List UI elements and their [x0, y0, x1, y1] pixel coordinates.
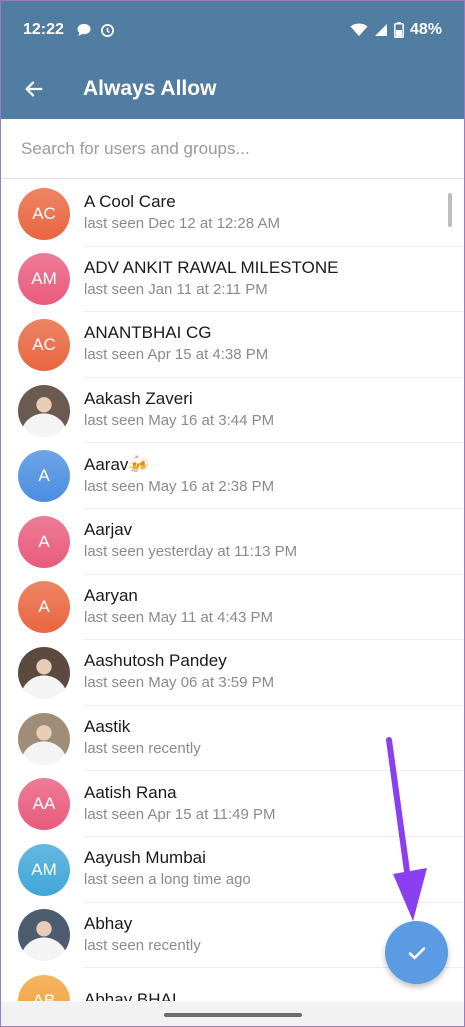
- confirm-button[interactable]: [385, 921, 448, 984]
- contact-name: Aaryan: [84, 585, 138, 605]
- contact-name: Aarjav: [84, 520, 133, 540]
- contact-name: ADV ANKIT RAWAL MILESTONE: [84, 257, 339, 277]
- contact-last-seen: last seen May 06 at 3:59 PM: [84, 674, 275, 692]
- contact-row[interactable]: A Aaryan last seen May 11 at 4:43 PM: [1, 575, 464, 641]
- contact-name: Aakash Zaveri: [84, 389, 193, 409]
- chat-bubble-icon: [77, 24, 91, 36]
- check-icon: [408, 946, 425, 959]
- contact-name: Aayush Mumbai: [84, 848, 206, 868]
- contact-row[interactable]: AC A Cool Care last seen Dec 12 at 12:28 A…: [1, 181, 464, 247]
- contact-last-seen: last seen Apr 15 at 11:49 PM: [84, 805, 276, 823]
- contact-last-seen: last seen a long time ago: [84, 871, 251, 889]
- wifi-icon: [350, 23, 368, 36]
- contact-last-seen: last seen May 11 at 4:43 PM: [84, 608, 273, 626]
- contact-info: Aarav🍻 last seen May 16 at 2:38 PM: [84, 443, 464, 509]
- contact-initials-avatar: AB: [18, 974, 70, 1001]
- contact-row[interactable]: AC ANANTBHAI CG last seen Apr 15 at 4:38 P…: [1, 312, 464, 378]
- contact-name: Aastik: [84, 717, 131, 737]
- contact-last-seen: last seen May 16 at 3:44 PM: [84, 412, 275, 430]
- contact-row[interactable]: Aashutosh Pandey last seen May 06 at 3:59…: [1, 640, 464, 706]
- contact-row[interactable]: AM ADV ANKIT RAWAL MILESTONE last seen Jan…: [1, 247, 464, 313]
- scrollbar[interactable]: [448, 193, 452, 227]
- search-input[interactable]: [21, 138, 464, 159]
- contact-name: Aashutosh Pandey: [84, 651, 227, 671]
- contact-info: Aatish Rana last seen Apr 15 at 11:49 PM: [84, 771, 464, 837]
- app-frame: 12:22 48% Always Allow AC A Cool Care last…: [0, 0, 465, 1027]
- contact-last-seen: last seen recently: [84, 740, 201, 758]
- contact-info: Aakash Zaveri last seen May 16 at 3:44 PM: [84, 378, 464, 444]
- contact-last-seen: last seen Jan 11 at 2:11 PM: [84, 280, 268, 298]
- contact-initials-avatar: AM: [18, 843, 70, 896]
- navigation-bar: [1, 1001, 464, 1026]
- arrow-left-icon: [25, 81, 43, 97]
- contact-info: ADV ANKIT RAWAL MILESTONE last seen Jan 1…: [84, 247, 464, 313]
- contact-photo-avatar: [18, 384, 70, 437]
- app-bar: Always Allow: [1, 59, 464, 119]
- contact-info: A Cool Care last seen Dec 12 at 12:28 AM: [84, 181, 464, 247]
- contact-initials-avatar: AC: [18, 318, 70, 371]
- contact-info: ANANTBHAI CG last seen Apr 15 at 4:38 PM: [84, 312, 464, 378]
- contact-initials-avatar: AM: [18, 253, 70, 306]
- contact-photo-avatar: [18, 712, 70, 765]
- contact-initials-avatar: A: [18, 581, 70, 634]
- contact-list[interactable]: AC A Cool Care last seen Dec 12 at 12:28 A…: [1, 181, 464, 1001]
- contact-last-seen: last seen yesterday at 11:13 PM: [84, 543, 298, 561]
- alarm-icon: [100, 23, 114, 37]
- contact-name: Abhay BHAI: [84, 990, 177, 1001]
- page-title: Always Allow: [83, 77, 217, 100]
- contact-info: Aayush Mumbai last seen a long time ago: [84, 837, 464, 903]
- gesture-handle[interactable]: [164, 1013, 302, 1017]
- signal-icon: [374, 24, 387, 36]
- contact-info: Aarjav last seen yesterday at 11:13 PM: [84, 509, 464, 575]
- contact-name: Aarav🍻: [84, 454, 150, 474]
- contact-last-seen: last seen Dec 12 at 12:28 AM: [84, 215, 280, 233]
- battery-icon: [394, 22, 404, 38]
- status-bar: 12:22 48%: [1, 1, 464, 59]
- contact-name: ANANTBHAI CG: [84, 323, 212, 343]
- contact-photo-avatar: [18, 646, 70, 699]
- search-bar: [1, 119, 464, 179]
- status-time: 12:22: [23, 21, 64, 38]
- contact-row[interactable]: AA Aatish Rana last seen Apr 15 at 11:49 P…: [1, 771, 464, 837]
- contact-row[interactable]: AM Aayush Mumbai last seen a long time ago: [1, 837, 464, 903]
- back-button[interactable]: [1, 59, 67, 119]
- battery-percent: 48%: [409, 21, 442, 38]
- contact-row[interactable]: Aastik last seen recently: [1, 706, 464, 772]
- contact-photo-avatar: [18, 909, 70, 962]
- contact-last-seen: last seen May 16 at 2:38 PM: [84, 477, 275, 495]
- contact-initials-avatar: AC: [18, 187, 70, 240]
- contact-last-seen: last seen Apr 15 at 4:38 PM: [84, 346, 269, 364]
- contact-initials-avatar: A: [18, 450, 70, 503]
- contact-info: Aashutosh Pandey last seen May 06 at 3:59…: [84, 640, 464, 706]
- contact-name: Aatish Rana: [84, 782, 177, 802]
- contact-initials-avatar: AA: [18, 778, 70, 831]
- contact-initials-avatar: A: [18, 515, 70, 568]
- contact-row[interactable]: A Aarav🍻 last seen May 16 at 2:38 PM: [1, 443, 464, 509]
- contact-info: Aaryan last seen May 11 at 4:43 PM: [84, 575, 464, 641]
- contact-name: A Cool Care: [84, 192, 176, 212]
- contact-info: Aastik last seen recently: [84, 706, 464, 772]
- contact-row[interactable]: A Aarjav last seen yesterday at 11:13 PM: [1, 509, 464, 575]
- contact-row[interactable]: Aakash Zaveri last seen May 16 at 3:44 PM: [1, 378, 464, 444]
